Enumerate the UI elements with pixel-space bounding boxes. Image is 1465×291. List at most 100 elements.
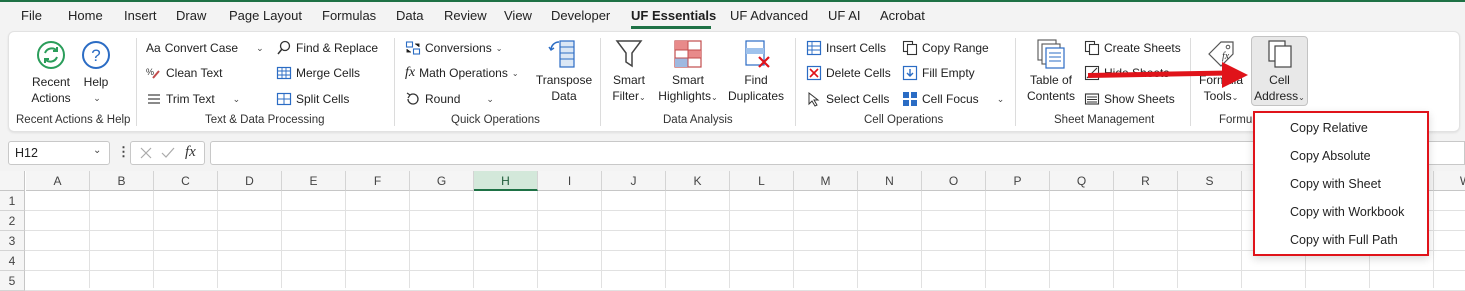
create-sheets-label: Create Sheets xyxy=(1104,41,1181,55)
show-sheets-button[interactable]: Show Sheets xyxy=(1084,89,1175,109)
chevron-down-icon: ⌄ xyxy=(232,93,241,104)
find-replace-button[interactable]: Find & Replace xyxy=(276,38,378,58)
select-all-corner[interactable] xyxy=(0,171,25,191)
column-header-o[interactable]: O xyxy=(922,171,986,191)
round-button[interactable]: Round ⌄ xyxy=(405,89,494,109)
fill-empty-button[interactable]: Fill Empty xyxy=(902,63,975,83)
column-header-j[interactable]: J xyxy=(602,171,666,191)
row-header-1[interactable]: 1 xyxy=(0,191,25,211)
recent-actions-button[interactable]: Recent Actions xyxy=(28,40,74,106)
transpose-data-button[interactable]: Transpose Data xyxy=(534,38,594,104)
group-label-text: Text & Data Processing xyxy=(205,114,325,126)
tab-insert[interactable]: Insert xyxy=(124,8,157,23)
chevron-down-icon: ⌄ xyxy=(486,93,494,104)
conversions-label: Conversions xyxy=(425,41,492,55)
column-header-i[interactable]: I xyxy=(538,171,602,191)
group-separator xyxy=(1015,38,1016,126)
table-of-contents-button[interactable]: Table of Contents xyxy=(1024,38,1078,104)
chevron-down-icon[interactable]: ⌄ xyxy=(93,145,101,156)
row-header-4[interactable]: 4 xyxy=(0,251,25,271)
tab-review[interactable]: Review xyxy=(444,8,487,23)
math-operations-button[interactable]: fx Math Operations ⌄ xyxy=(405,63,519,83)
tab-home[interactable]: Home xyxy=(68,8,103,23)
find-duplicates-button[interactable]: Find Duplicates xyxy=(725,38,787,104)
tab-uf-ai[interactable]: UF AI xyxy=(828,8,861,23)
column-header-f[interactable]: F xyxy=(346,171,410,191)
create-sheets-button[interactable]: Create Sheets xyxy=(1084,38,1181,58)
tab-formulas[interactable]: Formulas xyxy=(322,8,376,23)
tab-view[interactable]: View xyxy=(504,8,532,23)
svg-text:%: % xyxy=(146,67,154,77)
tab-draw[interactable]: Draw xyxy=(176,8,206,23)
cell-focus-button[interactable]: Cell Focus ⌄ xyxy=(902,89,1004,109)
row-header-3[interactable]: 3 xyxy=(0,231,25,251)
active-tab-indicator xyxy=(631,26,711,29)
table-of-contents-label-1: Table of xyxy=(1029,73,1073,87)
column-header-b[interactable]: B xyxy=(90,171,154,191)
delete-cells-button[interactable]: Delete Cells xyxy=(806,63,891,83)
create-sheets-icon xyxy=(1084,40,1100,56)
column-header-m[interactable]: M xyxy=(794,171,858,191)
tab-developer[interactable]: Developer xyxy=(551,8,610,23)
tab-acrobat[interactable]: Acrobat xyxy=(880,8,925,23)
font-case-icon: Aa xyxy=(146,41,161,55)
cancel-icon[interactable] xyxy=(139,146,153,160)
help-button[interactable]: ? Help ⌄ xyxy=(79,40,113,106)
tab-uf-essentials[interactable]: UF Essentials xyxy=(631,8,716,23)
select-cells-button[interactable]: Select Cells xyxy=(806,89,889,109)
column-header-r[interactable]: R xyxy=(1114,171,1178,191)
column-header-p[interactable]: P xyxy=(986,171,1050,191)
column-header-a[interactable]: A xyxy=(26,171,90,191)
cell-address-content: Cell Address⌄ xyxy=(1251,38,1308,106)
cell-address-dropdown: Copy Relative Copy Absolute Copy with Sh… xyxy=(1253,111,1429,256)
column-header-e[interactable]: E xyxy=(282,171,346,191)
tab-page-layout[interactable]: Page Layout xyxy=(229,8,302,23)
insert-function-icon[interactable]: fx xyxy=(185,144,196,161)
column-header-k[interactable]: K xyxy=(666,171,730,191)
cell-focus-icon xyxy=(903,92,917,106)
group-separator xyxy=(394,38,395,126)
insert-cells-icon xyxy=(806,40,822,56)
copy-with-workbook-item[interactable]: Copy with Workbook xyxy=(1290,205,1404,219)
copy-range-label: Copy Range xyxy=(922,41,989,55)
table-of-contents-icon xyxy=(1037,39,1065,69)
copy-range-button[interactable]: Copy Range xyxy=(902,38,989,58)
trim-text-button[interactable]: Trim Text ⌄ xyxy=(146,89,240,109)
enter-check-icon[interactable] xyxy=(161,146,175,160)
fill-down-icon xyxy=(902,65,918,81)
column-header-c[interactable]: C xyxy=(154,171,218,191)
column-header-g[interactable]: G xyxy=(410,171,474,191)
column-header-l[interactable]: L xyxy=(730,171,794,191)
tab-data[interactable]: Data xyxy=(396,8,423,23)
column-header-n[interactable]: N xyxy=(858,171,922,191)
smart-highlights-button[interactable]: Smart Highlights⌄ xyxy=(655,38,721,106)
grid-column-line xyxy=(793,191,794,288)
column-header-h[interactable]: H xyxy=(474,171,538,191)
select-cells-label: Select Cells xyxy=(826,92,890,106)
copy-with-full-path-item[interactable]: Copy with Full Path xyxy=(1290,233,1398,247)
more-options-icon[interactable]: ⋮ xyxy=(117,144,130,160)
copy-with-sheet-item[interactable]: Copy with Sheet xyxy=(1290,177,1381,191)
column-header-s[interactable]: S xyxy=(1178,171,1242,191)
row-header-5[interactable]: 5 xyxy=(0,271,25,291)
column-header-d[interactable]: D xyxy=(218,171,282,191)
insert-cells-button[interactable]: Insert Cells xyxy=(806,38,886,58)
convert-case-button[interactable]: Aa Convert Case ⌄ xyxy=(146,38,264,58)
smart-highlights-label-2: Highlights xyxy=(658,89,711,103)
merge-cells-button[interactable]: Merge Cells xyxy=(276,63,360,83)
conversions-button[interactable]: Conversions ⌄ xyxy=(405,38,502,58)
split-cells-button[interactable]: Split Cells xyxy=(276,89,349,109)
row-header-2[interactable]: 2 xyxy=(0,211,25,231)
grid-column-line xyxy=(1049,191,1050,288)
copy-absolute-item[interactable]: Copy Absolute xyxy=(1290,149,1371,163)
smart-highlights-label-1: Smart xyxy=(671,73,704,87)
grid-column-line xyxy=(217,191,218,288)
tab-uf-advanced[interactable]: UF Advanced xyxy=(730,8,808,23)
chevron-down-icon: ⌄ xyxy=(996,93,1005,104)
tab-file[interactable]: File xyxy=(21,8,42,23)
clean-text-button[interactable]: % Clean Text xyxy=(146,63,222,83)
smart-filter-button[interactable]: Smart Filter⌄ xyxy=(608,38,650,106)
column-header-w[interactable]: W xyxy=(1434,171,1465,191)
column-header-q[interactable]: Q xyxy=(1050,171,1114,191)
copy-relative-item[interactable]: Copy Relative xyxy=(1290,121,1368,135)
